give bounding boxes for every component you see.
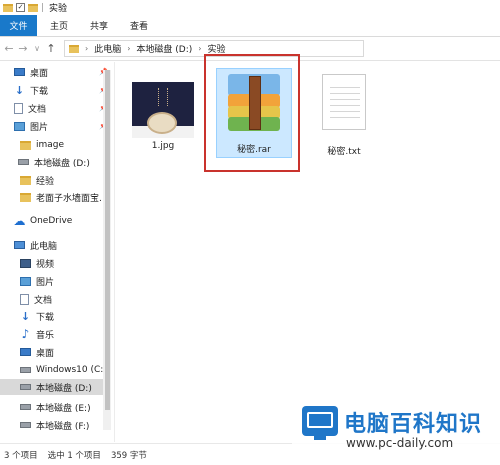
text-line [330, 87, 360, 88]
onedrive-icon: ☁ [14, 214, 26, 228]
sidebar-item-label: 视频 [36, 259, 55, 270]
text-line [330, 93, 360, 94]
sidebar-item-drive-d-quick[interactable]: 本地磁盘 (D:) [18, 154, 130, 170]
sidebar-item-label: OneDrive [30, 216, 73, 226]
sidebar-item-folder-long[interactable]: 老面子水墙面宝. [20, 189, 110, 205]
sidebar-item-label: 桌面 [36, 348, 55, 359]
file-name: 1.jpg [151, 141, 175, 151]
properties-check-icon[interactable]: ✓ [16, 3, 25, 12]
sidebar-item-label: 老面子水墙面宝. [36, 193, 102, 204]
folder-icon [20, 192, 31, 202]
watermark-title: 电脑百科知识 [344, 412, 483, 437]
sidebar-item-label: 桌面 [30, 68, 49, 79]
drive-icon [20, 384, 31, 390]
document-icon [14, 102, 23, 114]
music-icon: ♪ [21, 327, 30, 341]
text-line [330, 111, 360, 112]
sidebar-item-label: 音乐 [36, 330, 55, 341]
pictures-icon [20, 276, 31, 286]
sidebar-item-label: 下载 [30, 86, 49, 97]
folder-icon [20, 140, 31, 150]
recent-chevron-icon[interactable]: ∨ [30, 44, 44, 53]
thumbnail-text-strip [158, 88, 168, 106]
window-title: 实验 [49, 4, 68, 14]
sidebar-item-label: image [36, 140, 65, 150]
pictures-icon [14, 121, 25, 131]
watermark-url: www.pc-daily.com [346, 436, 454, 450]
selected-count: 选中 1 个项目 [47, 450, 101, 461]
ribbon-tabs: 文件 主页 共享 查看 [0, 15, 500, 37]
title-separator: | [41, 2, 45, 13]
file-item-txt[interactable]: 秘密.txt [322, 74, 366, 157]
sidebar-item-label: Windows10 (C: [36, 365, 104, 375]
breadcrumb-this-pc[interactable]: 此电脑 [94, 42, 121, 55]
new-folder-icon[interactable] [28, 3, 38, 12]
tab-view[interactable]: 查看 [117, 15, 161, 36]
chevron-right-icon[interactable]: › [127, 44, 130, 53]
folder-icon[interactable] [3, 3, 13, 12]
chevron-right-icon[interactable]: › [198, 44, 201, 53]
chevron-right-icon[interactable]: › [85, 44, 88, 53]
sidebar-scroll-thumb[interactable] [105, 70, 110, 410]
sidebar-item-label: 本地磁盘 (D:) [36, 383, 92, 394]
breadcrumb-drive-d[interactable]: 本地磁盘 (D:) [136, 42, 192, 55]
download-icon: ↓ [20, 309, 31, 323]
folder-icon [69, 44, 79, 53]
text-file-icon [322, 74, 366, 130]
tab-home[interactable]: 主页 [37, 15, 81, 36]
jpg-thumbnail [132, 82, 194, 138]
sidebar-item-label: 本地磁盘 (D:) [34, 158, 90, 169]
back-arrow-icon[interactable]: ← [2, 42, 16, 55]
tab-share[interactable]: 共享 [81, 15, 117, 36]
sidebar-item-label: 文档 [34, 295, 53, 306]
desktop-icon [20, 348, 31, 356]
file-name: 秘密.txt [327, 147, 361, 157]
tab-file[interactable]: 文件 [0, 15, 37, 36]
sidebar-item-label: 本地磁盘 (E:) [36, 403, 91, 414]
document-icon [20, 293, 29, 305]
up-arrow-icon[interactable]: ↑ [44, 42, 58, 55]
watermark: 电脑百科知识 www.pc-daily.com [292, 392, 500, 465]
monitor-screen [307, 412, 333, 428]
sidebar-item-label: 文档 [28, 104, 47, 115]
desktop-icon [14, 68, 25, 76]
folder-icon [20, 175, 31, 185]
download-icon: ↓ [14, 83, 25, 97]
thumbnail-bowl [147, 112, 177, 134]
navigation-pane: 桌面 📌 ↓ 下载 📌 文档 📌 图片 📌 image 本地磁盘 (D:) 经验… [0, 62, 115, 442]
selected-size: 359 字节 [110, 450, 147, 461]
forward-arrow-icon[interactable]: → [16, 42, 30, 55]
text-line [330, 99, 360, 100]
text-line [330, 105, 360, 106]
sidebar-item-drive-c[interactable]: Windows10 (C: [20, 362, 110, 378]
monitor-logo-icon [302, 406, 338, 436]
sidebar-item-label: 本地磁盘 (F:) [36, 421, 90, 432]
sidebar-item-label: 下载 [36, 312, 55, 323]
drive-icon [20, 404, 31, 410]
drive-icon [18, 159, 29, 165]
text-line [330, 117, 360, 118]
sidebar-item-drive-d[interactable]: 本地磁盘 (D:) [0, 379, 103, 395]
video-icon [20, 258, 31, 268]
item-count: 3 个项目 [4, 450, 38, 461]
file-item-jpg[interactable]: 1.jpg [132, 82, 194, 151]
drive-icon [20, 422, 31, 428]
annotation-red-box [204, 54, 300, 172]
file-list: 1.jpg 秘密.rar 秘密.txt [116, 54, 500, 442]
drive-icon [20, 367, 31, 373]
this-pc-icon [14, 241, 25, 249]
sidebar-item-label: 图片 [30, 122, 49, 133]
sidebar-item-label: 经验 [36, 176, 55, 187]
title-bar: ✓ | 实验 [0, 0, 500, 15]
monitor-stand [314, 436, 326, 440]
sidebar-item-label: 图片 [36, 277, 55, 288]
sidebar-item-label: 此电脑 [30, 241, 58, 252]
